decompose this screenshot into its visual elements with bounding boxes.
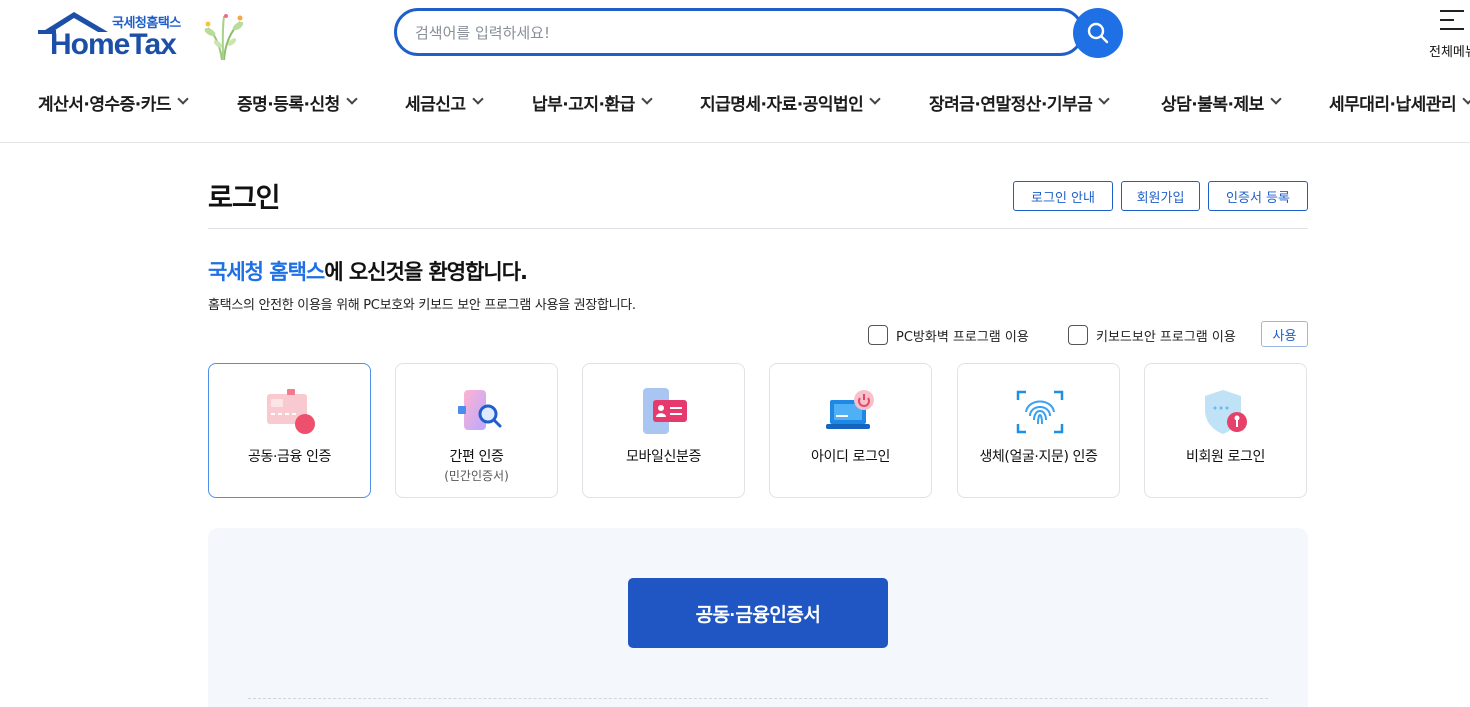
- panel-divider: [248, 698, 1268, 699]
- security-description: 홈택스의 안전한 이용을 위해 PC보호와 키보드 보안 프로그램 사용을 권장…: [208, 298, 636, 313]
- nav-label: 지급명세·자료·공익법인: [700, 94, 864, 115]
- laptop-power-icon: [826, 390, 874, 429]
- welcome-highlight: 국세청 홈택스: [208, 260, 325, 284]
- checkbox-box[interactable]: [1068, 325, 1088, 345]
- nav-label: 장려금·연말정산·기부금: [929, 94, 1093, 115]
- method-guest-login[interactable]: 비회원 로그인: [1144, 363, 1307, 498]
- nav-item-statement[interactable]: 지급명세·자료·공익법인: [700, 86, 881, 118]
- phone-search-icon: [458, 390, 502, 430]
- hometax-logo[interactable]: 국세청홈택스 HomeTax: [38, 8, 253, 64]
- global-nav: 계산서·영수증·카드 증명·등록·신청 세금신고 납부·고지·환급 지급명세·자…: [0, 86, 1470, 118]
- firewall-label: PC방화벽 프로그램 이용: [896, 329, 1029, 345]
- all-menu-label: 전체메뉴: [1429, 45, 1470, 60]
- logo-title: HomeTax: [50, 28, 177, 61]
- page-title: 로그인: [208, 183, 281, 214]
- joint-financial-cert-button[interactable]: 공동·금융인증서: [628, 578, 888, 648]
- checkbox-box[interactable]: [868, 325, 888, 345]
- method-label: 생체(얼굴·지문) 인증: [979, 449, 1098, 465]
- fingerprint-icon: [1016, 390, 1064, 434]
- keyboard-security-checkbox[interactable]: 키보드보안 프로그램 이용: [1068, 324, 1236, 346]
- method-simple-auth[interactable]: 간편 인증 (민간인증서): [395, 363, 558, 498]
- method-id-login[interactable]: 아이디 로그인: [769, 363, 932, 498]
- nav-item-incentive[interactable]: 장려금·연말정산·기부금: [929, 86, 1110, 118]
- use-button[interactable]: 사용: [1261, 321, 1308, 347]
- method-label: 모바일신분증: [626, 449, 701, 465]
- nav-item-tax-report[interactable]: 세금신고: [405, 86, 484, 118]
- search-icon: [1087, 22, 1109, 44]
- welcome-text: 에 오신것을 환영합니다.: [324, 260, 528, 284]
- site-header: 국세청홈택스 HomeTax 전체메뉴 계: [0, 0, 1470, 143]
- welcome-heading: 국세청 홈택스에 오신것을 환영합니다.: [208, 256, 528, 286]
- login-guide-button[interactable]: 로그인 안내: [1013, 181, 1113, 211]
- nav-label: 납부·고지·환급: [532, 94, 635, 115]
- certificate-card-icon: [267, 389, 315, 434]
- chevron-down-icon: [346, 93, 358, 105]
- method-mobile-id[interactable]: 모바일신분증: [582, 363, 745, 498]
- all-menu-button[interactable]: 전체메뉴: [1426, 8, 1470, 62]
- method-label: 비회원 로그인: [1186, 449, 1265, 465]
- chevron-down-icon: [1270, 93, 1282, 105]
- search-input[interactable]: [415, 20, 1055, 46]
- search-bar[interactable]: [394, 8, 1084, 56]
- nav-item-invoice[interactable]: 계산서·영수증·카드: [38, 86, 189, 118]
- nav-item-agent[interactable]: 세무대리·납세관리: [1329, 86, 1470, 118]
- join-button[interactable]: 회원가입: [1121, 181, 1200, 211]
- method-label: 아이디 로그인: [811, 449, 890, 465]
- hamburger-icon: [1440, 10, 1466, 32]
- nav-item-payment[interactable]: 납부·고지·환급: [532, 86, 653, 118]
- method-biometric[interactable]: 생체(얼굴·지문) 인증: [957, 363, 1120, 498]
- keyboard-security-label: 키보드보안 프로그램 이용: [1096, 329, 1236, 345]
- nav-label: 계산서·영수증·카드: [38, 94, 172, 115]
- nav-label: 세금신고: [405, 94, 466, 115]
- nav-label: 세무대리·납세관리: [1329, 94, 1457, 115]
- chevron-down-icon: [641, 93, 653, 105]
- cert-register-button[interactable]: 인증서 등록: [1208, 181, 1308, 211]
- nav-item-consult[interactable]: 상담·불복·제보: [1161, 86, 1282, 118]
- shield-user-icon: [1205, 390, 1247, 434]
- plant-icon: [204, 14, 244, 61]
- method-sublabel: (민간인증서): [444, 469, 509, 483]
- chevron-down-icon: [869, 93, 881, 105]
- firewall-checkbox[interactable]: PC방화벽 프로그램 이용: [868, 324, 1029, 346]
- method-joint-financial-cert[interactable]: 공동·금융 인증: [208, 363, 371, 498]
- title-divider: [208, 228, 1308, 229]
- method-label: 공동·금융 인증: [248, 449, 331, 465]
- nav-item-certificate[interactable]: 증명·등록·신청: [237, 86, 358, 118]
- chevron-down-icon: [471, 93, 484, 105]
- nav-label: 증명·등록·신청: [237, 94, 340, 115]
- search-button[interactable]: [1073, 8, 1123, 58]
- method-label: 간편 인증: [449, 449, 504, 465]
- nav-label: 상담·불복·제보: [1161, 94, 1264, 115]
- chevron-down-icon: [1098, 93, 1110, 105]
- mobile-id-icon: [643, 388, 687, 434]
- chevron-down-icon: [177, 93, 189, 105]
- chevron-down-icon: [1462, 93, 1470, 105]
